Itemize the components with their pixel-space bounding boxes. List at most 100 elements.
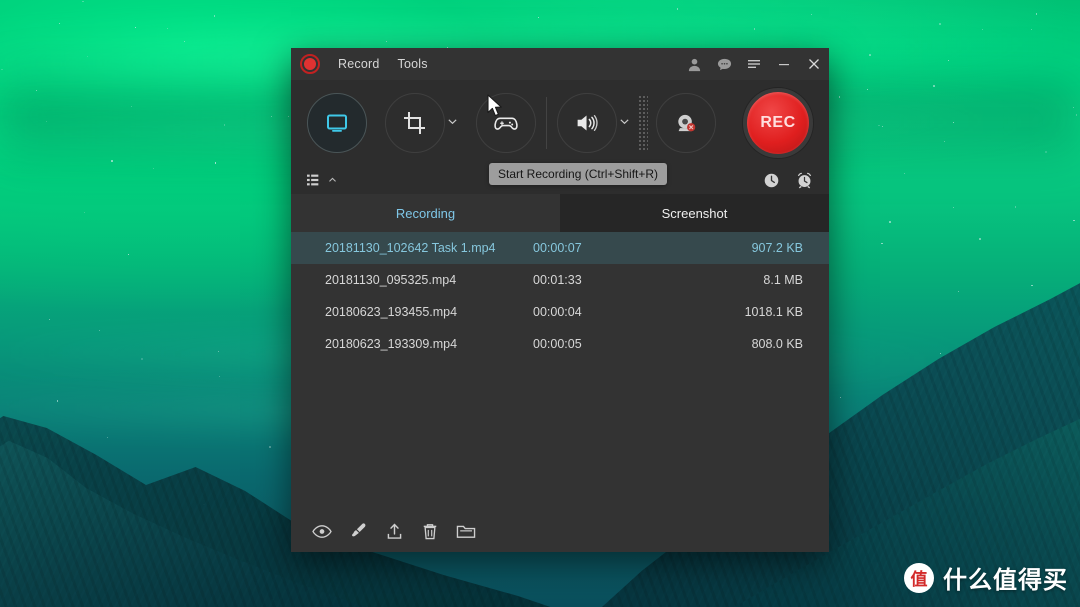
watermark-text: 什么值得买 <box>943 566 1068 594</box>
file-duration: 00:00:05 <box>533 337 582 351</box>
close-icon[interactable] <box>799 48 829 80</box>
webcam-button[interactable] <box>656 93 716 153</box>
star <box>1075 114 1078 116</box>
star <box>904 172 905 174</box>
file-name: 20181130_102642 Task 1.mp4 <box>325 241 496 255</box>
star <box>957 290 959 292</box>
star <box>127 254 129 255</box>
star <box>135 27 136 28</box>
window-titlebar[interactable]: Record Tools <box>291 48 829 80</box>
star <box>979 238 981 240</box>
star <box>1044 151 1047 154</box>
star <box>869 54 871 57</box>
menu-record[interactable]: Record <box>329 53 389 75</box>
file-name: 20180623_193455.mp4 <box>325 305 458 319</box>
star <box>839 397 841 399</box>
star <box>141 357 144 360</box>
star <box>676 8 679 10</box>
star <box>218 350 220 352</box>
star <box>933 84 935 87</box>
game-capture-button[interactable] <box>476 93 536 153</box>
star <box>270 115 273 118</box>
star <box>947 60 949 62</box>
star <box>184 40 186 42</box>
star <box>1014 206 1017 208</box>
table-row[interactable]: 20181130_102642 Task 1.mp4 00:00:07 907.2 … <box>291 232 829 264</box>
recording-rows: 20181130_102642 Task 1.mp4 00:00:07 907.2 … <box>291 232 829 360</box>
gamepad-icon <box>494 117 518 130</box>
list-options-icon[interactable] <box>307 173 337 187</box>
star <box>939 23 941 25</box>
star <box>1031 284 1033 287</box>
alarm-clock-icon[interactable] <box>796 172 813 189</box>
star <box>59 23 60 24</box>
star <box>167 27 169 29</box>
drag-handle-dots[interactable] <box>638 95 648 151</box>
file-size: 8.1 MB <box>763 273 803 287</box>
star <box>45 120 47 122</box>
star <box>810 13 812 15</box>
star <box>218 375 220 377</box>
feedback-icon[interactable] <box>709 48 739 80</box>
star <box>107 436 109 438</box>
file-duration: 00:01:33 <box>533 273 582 287</box>
table-row[interactable]: 20181130_095325.mp4 00:01:33 8.1 MB <box>291 264 829 296</box>
star <box>1035 13 1038 15</box>
account-icon[interactable] <box>679 48 709 80</box>
file-size: 1018.1 KB <box>744 305 803 319</box>
watermark-logo: 值 <box>904 562 934 593</box>
star <box>83 211 85 213</box>
star <box>269 445 271 448</box>
star <box>1073 219 1075 222</box>
star <box>952 122 954 124</box>
recording-list: 20181130_102642 Task 1.mp4 00:00:07 907.2 … <box>291 232 829 552</box>
chevron-down-icon[interactable] <box>447 114 458 132</box>
content-tabs: Recording Screenshot <box>291 194 829 232</box>
star <box>952 207 954 208</box>
star <box>214 162 217 165</box>
screen-recorder-window: Record Tools REC Recording Screenshot 20… <box>291 48 829 552</box>
titlebar-actions <box>679 48 829 80</box>
screen-capture-button[interactable] <box>307 93 367 153</box>
star <box>214 15 216 17</box>
chevron-up-icon <box>329 177 336 182</box>
clock-icon[interactable] <box>763 172 780 189</box>
audio-button[interactable] <box>557 93 630 153</box>
star <box>223 123 226 126</box>
edit-brush-icon[interactable] <box>347 520 369 542</box>
file-size: 907.2 KB <box>751 241 803 255</box>
star <box>1031 29 1032 30</box>
file-duration: 00:00:04 <box>533 305 582 319</box>
star <box>152 168 155 170</box>
rec-button[interactable]: REC <box>743 88 813 158</box>
star <box>131 105 133 107</box>
star <box>888 220 891 223</box>
site-watermark: 值 什么值得买 <box>904 560 1068 595</box>
star <box>943 140 946 143</box>
star <box>939 352 941 354</box>
delete-trash-icon[interactable] <box>419 520 441 542</box>
list-empty-space <box>291 360 829 510</box>
hamburger-menu-icon[interactable] <box>739 48 769 80</box>
table-row[interactable]: 20180623_193309.mp4 00:00:05 808.0 KB <box>291 328 829 360</box>
file-name: 20180623_193309.mp4 <box>325 337 458 351</box>
open-folder-icon[interactable] <box>455 520 477 542</box>
preview-icon[interactable] <box>311 520 333 542</box>
record-logo-icon <box>299 53 321 75</box>
star <box>1 68 3 70</box>
file-name: 20181130_095325.mp4 <box>325 273 457 287</box>
star <box>881 242 883 245</box>
tab-recording[interactable]: Recording <box>291 194 560 232</box>
region-capture-button[interactable] <box>385 93 458 153</box>
star <box>111 160 114 162</box>
menu-tools[interactable]: Tools <box>389 53 437 75</box>
table-row[interactable]: 20180623_193455.mp4 00:00:04 1018.1 KB <box>291 296 829 328</box>
chevron-down-icon[interactable] <box>619 114 630 132</box>
tab-screenshot[interactable]: Screenshot <box>560 194 829 232</box>
star <box>82 0 84 3</box>
star <box>98 329 100 331</box>
toolbar-divider <box>546 97 547 149</box>
speaker-icon <box>577 115 598 131</box>
minimize-icon[interactable] <box>769 48 799 80</box>
upload-icon[interactable] <box>383 520 405 542</box>
